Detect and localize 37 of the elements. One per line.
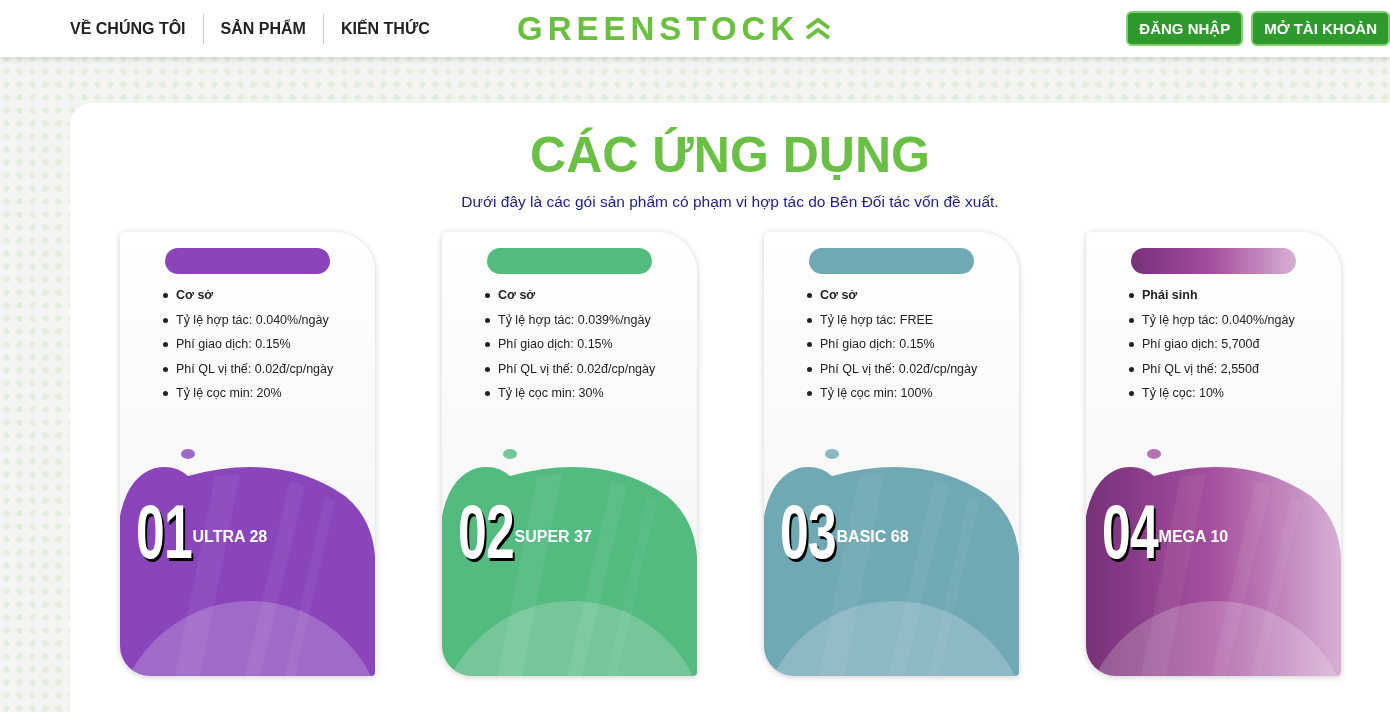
feature-item: Phí QL vị thế: 2,550đ: [1142, 361, 1259, 376]
feature-item: Tỷ lệ hợp tác: 0.040%/ngày: [176, 312, 329, 327]
feature-item: Phí giao dịch: 0.15%: [820, 337, 935, 351]
card-number: 01: [136, 494, 193, 570]
card-number: 03: [780, 494, 837, 570]
feature-category: Cơ sở: [820, 288, 858, 302]
section-title: CÁC ỨNG DỤNG: [530, 126, 930, 185]
feature-item: Tỷ lệ hợp tác: FREE: [820, 312, 934, 327]
feature-item: Phí QL vị thế: 0.02đ/cp/ngày: [820, 361, 978, 376]
logo-text: GREENSTOCK: [517, 9, 800, 48]
section-subtitle: Dưới đây là các gói sản phẩm có phạm vi hợp tác do Bên Đối tác vốn đề xuất.: [461, 193, 999, 211]
chevron-up-icon: [805, 16, 832, 41]
feature-category: Cơ sở: [498, 288, 536, 302]
feature-item: Tỷ lệ cọc min: 100%: [820, 386, 933, 400]
feature-item: Phí giao dịch: 0.15%: [176, 337, 291, 351]
feature-category: Phái sinh: [1142, 288, 1198, 302]
feature-item: Tỷ lệ cọc min: 20%: [176, 386, 282, 400]
feature-item: Phí QL vị thế: 0.02đ/cp/ngày: [176, 361, 334, 376]
card-number: 02: [458, 494, 515, 570]
header-button[interactable]: ĐĂNG NHẬP: [1126, 11, 1244, 46]
feature-item: Tỷ lệ cọc: 10%: [1142, 386, 1224, 400]
header-button[interactable]: MỞ TÀI KHOẢN: [1251, 11, 1390, 46]
feature-item: Tỷ lệ hợp tác: 0.039%/ngày: [498, 312, 651, 327]
feature-category: Cơ sở: [176, 288, 214, 302]
card-number: 04: [1102, 494, 1159, 570]
nav-link[interactable]: SẢN PHẨM: [220, 19, 306, 38]
package-name: SUPER 37: [514, 528, 592, 546]
nav-link[interactable]: KIẾN THỨC: [340, 19, 430, 38]
feature-item: Phí giao dịch: 5,700đ: [1142, 337, 1260, 351]
package-name: ULTRA 28: [192, 528, 268, 546]
feature-item: Phí giao dịch: 0.15%: [498, 337, 613, 351]
feature-item: Tỷ lệ cọc min: 30%: [498, 386, 604, 400]
package-name: BASIC 68: [836, 528, 909, 546]
package-name: MEGA 10: [1158, 528, 1229, 545]
feature-item: Phí QL vị thế: 0.02đ/cp/ngày: [498, 361, 656, 376]
feature-item: Tỷ lệ hợp tác: 0.040%/ngày: [1142, 312, 1295, 327]
nav-link[interactable]: VỀ CHÚNG TÔI: [70, 19, 186, 38]
